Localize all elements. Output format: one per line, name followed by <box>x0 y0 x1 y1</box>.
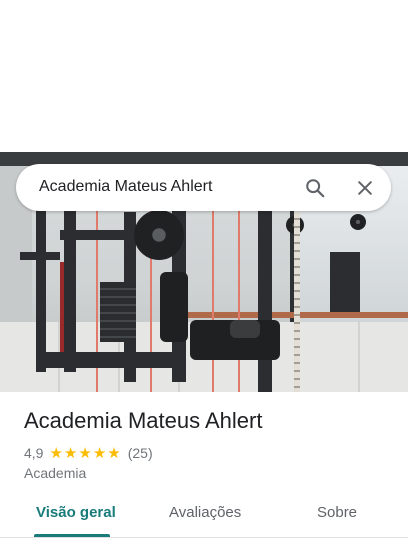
photo-weight-stack <box>100 282 136 342</box>
photo-frame-post <box>36 192 46 372</box>
place-title: Academia Mateus Ahlert <box>24 408 263 433</box>
photo-weight-plate <box>350 214 366 230</box>
photo-machine-base <box>40 352 180 368</box>
photo-red-band <box>60 262 64 352</box>
close-button[interactable] <box>352 175 378 201</box>
photo-frame-post <box>258 192 272 392</box>
photo-bench-pad <box>230 320 260 338</box>
tab-reviews[interactable]: Avaliações <box>169 504 241 521</box>
tab-overview[interactable]: Visão geral <box>36 504 116 521</box>
tab-about[interactable]: Sobre <box>317 504 357 521</box>
photo-bench-back <box>160 272 188 342</box>
photo-weight-plate <box>134 210 184 260</box>
star-icon: ★ <box>92 444 107 462</box>
photo-cable <box>212 192 214 392</box>
tabs-divider <box>0 537 408 538</box>
photo-cable <box>238 192 240 392</box>
search-input[interactable]: Academia Mateus Ahlert <box>39 178 212 196</box>
photo-pillar <box>294 212 300 392</box>
photo-frame-bar <box>20 252 60 260</box>
star-rating: ★ ★ ★ ★ ★ <box>49 446 121 461</box>
rating-value: 4,9 <box>24 445 44 461</box>
place-category[interactable]: Academia <box>24 465 86 481</box>
search-icon <box>306 179 325 198</box>
star-icon: ★ <box>63 444 78 462</box>
place-tabs: Visão geral Avaliações Sobre <box>0 496 408 544</box>
photo-frame-post <box>64 202 76 372</box>
star-icon: ★ <box>78 444 92 462</box>
star-icon: ★ <box>107 444 121 462</box>
search-bar[interactable]: Academia Mateus Ahlert <box>16 164 391 211</box>
search-button[interactable] <box>302 175 328 201</box>
place-page: Academia Mateus Ahlert Academia Mateus A… <box>0 0 408 544</box>
photo-mirror-machine <box>330 252 360 312</box>
close-icon <box>358 181 372 195</box>
rating-row[interactable]: 4,9 ★ ★ ★ ★ ★ (25) <box>24 444 153 462</box>
review-count[interactable]: (25) <box>128 445 153 461</box>
star-icon: ★ <box>49 444 63 462</box>
